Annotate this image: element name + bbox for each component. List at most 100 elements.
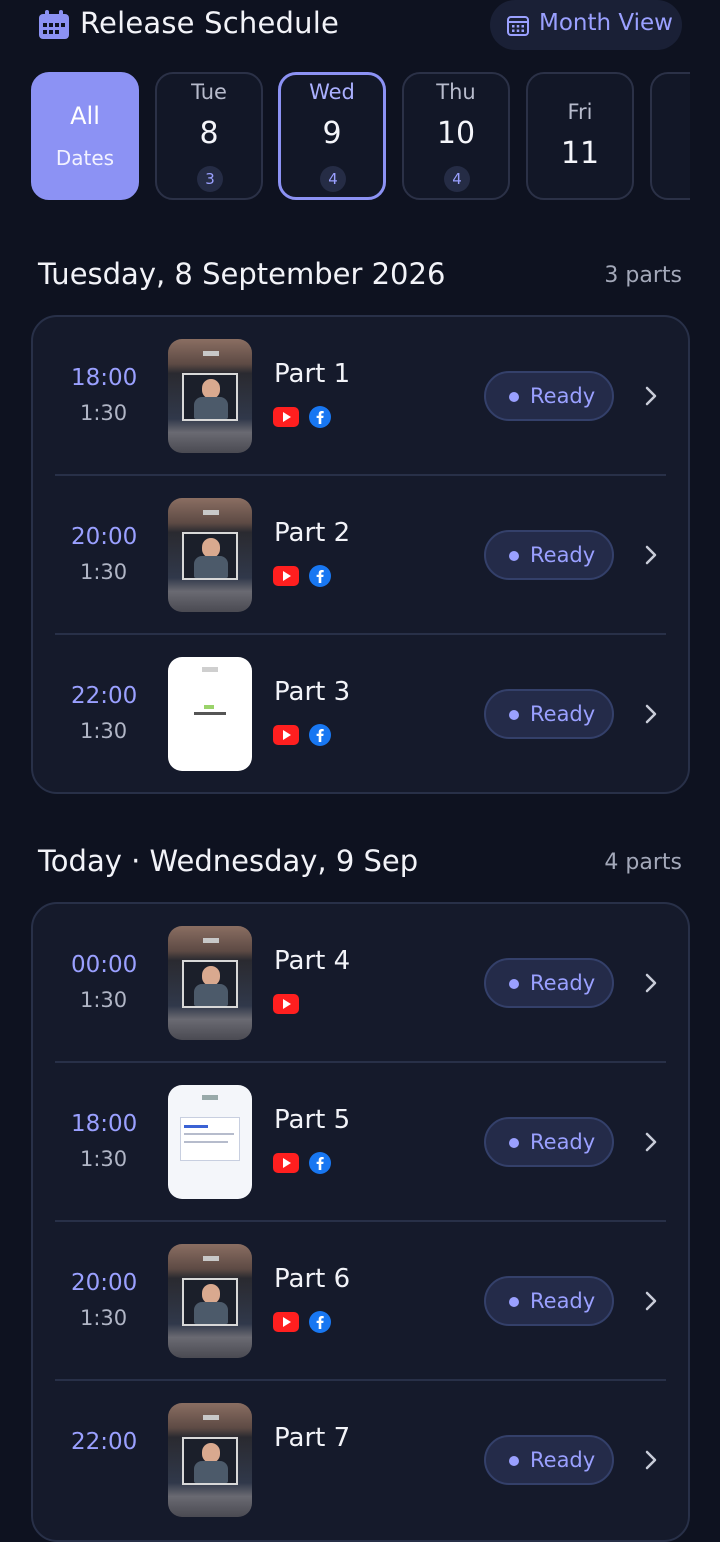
duration: 1:30 xyxy=(80,719,128,743)
part-name: Part 1 xyxy=(274,359,351,389)
facebook-icon xyxy=(309,1311,331,1333)
chevron-right-icon[interactable] xyxy=(641,1289,661,1313)
date-weekday: Tue xyxy=(191,80,227,104)
youtube-icon xyxy=(273,1312,299,1332)
release-time: 22:00 xyxy=(71,683,138,709)
duration: 1:30 xyxy=(80,988,128,1012)
status-dot xyxy=(509,551,519,561)
status-dot xyxy=(509,392,519,402)
date-number: 11 xyxy=(560,136,600,171)
chevron-right-icon[interactable] xyxy=(641,1130,661,1154)
status-label: Ready xyxy=(530,702,596,726)
release-time: 18:00 xyxy=(71,1111,138,1137)
duration: 1:30 xyxy=(80,401,128,425)
schedule-row[interactable]: 22:00 1:30 Part 3 Ready xyxy=(33,635,688,794)
status-badge[interactable]: Ready xyxy=(484,530,614,580)
status-dot xyxy=(509,1456,519,1466)
youtube-icon xyxy=(273,1153,299,1173)
calendar-icon xyxy=(39,10,69,39)
date-number: 10 xyxy=(436,116,476,151)
release-time: 20:00 xyxy=(71,1270,138,1296)
chevron-right-icon[interactable] xyxy=(641,1448,661,1472)
schedule-group: 18:00 1:30 Part 1 Ready 20:00 1:30 Part … xyxy=(31,315,690,794)
duration: 1:30 xyxy=(80,560,128,584)
status-label: Ready xyxy=(530,1130,596,1154)
date-weekday: Fri xyxy=(567,100,593,124)
date-weekday: Wed xyxy=(309,80,355,104)
duration: 1:30 xyxy=(80,1306,128,1330)
section-count: 4 parts xyxy=(604,850,682,875)
status-badge[interactable]: Ready xyxy=(484,958,614,1008)
release-time: 18:00 xyxy=(71,365,138,391)
chevron-right-icon[interactable] xyxy=(641,702,661,726)
part-name: Part 4 xyxy=(274,946,351,976)
date-count-badge: 3 xyxy=(197,166,223,192)
section-count: 3 parts xyxy=(604,263,682,288)
youtube-icon xyxy=(273,725,299,745)
chevron-right-icon[interactable] xyxy=(641,543,661,567)
video-thumbnail xyxy=(168,339,252,453)
calendar-grid-icon xyxy=(507,16,529,36)
date-count-badge: 4 xyxy=(444,166,470,192)
month-view-label: Month View xyxy=(539,10,673,36)
release-time: 22:00 xyxy=(71,1429,138,1455)
status-dot xyxy=(509,710,519,720)
date-wed[interactable]: Wed 9 4 xyxy=(278,72,386,200)
schedule-row[interactable]: 20:00 1:30 Part 2 Ready xyxy=(33,476,688,635)
part-name: Part 5 xyxy=(274,1105,351,1135)
part-name: Part 3 xyxy=(274,677,351,707)
date-tue[interactable]: Tue 8 3 xyxy=(155,72,263,200)
video-thumbnail xyxy=(168,926,252,1040)
date-all-label: All xyxy=(70,102,100,130)
status-badge[interactable]: Ready xyxy=(484,1276,614,1326)
schedule-row[interactable]: 22:00 Part 7 Ready xyxy=(33,1381,688,1540)
schedule-group: 00:00 1:30 Part 4 Ready 18:00 1:30 Part … xyxy=(31,902,690,1542)
app-header: Release Schedule Month View xyxy=(0,0,720,52)
youtube-icon xyxy=(273,994,299,1014)
date-sat-partial[interactable] xyxy=(650,72,690,200)
status-label: Ready xyxy=(530,384,596,408)
status-label: Ready xyxy=(530,543,596,567)
date-count-badge: 4 xyxy=(320,166,346,192)
status-label: Ready xyxy=(530,1289,596,1313)
release-time: 20:00 xyxy=(71,524,138,550)
duration: 1:30 xyxy=(80,1147,128,1171)
status-badge[interactable]: Ready xyxy=(484,371,614,421)
facebook-icon xyxy=(309,724,331,746)
schedule-row[interactable]: 00:00 1:30 Part 4 Ready xyxy=(33,904,688,1063)
status-badge[interactable]: Ready xyxy=(484,1117,614,1167)
part-name: Part 2 xyxy=(274,518,351,548)
section-title: Today · Wednesday, 9 Sep xyxy=(38,844,419,878)
status-dot xyxy=(509,979,519,989)
date-number: 8 xyxy=(199,116,219,151)
facebook-icon xyxy=(309,406,331,428)
status-badge[interactable]: Ready xyxy=(484,689,614,739)
video-thumbnail xyxy=(168,1244,252,1358)
page-title: Release Schedule xyxy=(80,6,339,40)
schedule-row[interactable]: 20:00 1:30 Part 6 Ready xyxy=(33,1222,688,1381)
part-name: Part 6 xyxy=(274,1264,351,1294)
date-weekday: Thu xyxy=(436,80,476,104)
date-thu[interactable]: Thu 10 4 xyxy=(402,72,510,200)
video-thumbnail xyxy=(168,498,252,612)
date-all-sublabel: Dates xyxy=(55,146,115,170)
chevron-right-icon[interactable] xyxy=(641,384,661,408)
release-time: 00:00 xyxy=(71,952,138,978)
status-label: Ready xyxy=(530,1448,596,1472)
part-name: Part 7 xyxy=(274,1423,351,1453)
status-label: Ready xyxy=(530,971,596,995)
month-view-button[interactable]: Month View xyxy=(490,0,682,50)
status-dot xyxy=(509,1138,519,1148)
chevron-right-icon[interactable] xyxy=(641,971,661,995)
date-all[interactable]: All Dates xyxy=(31,72,139,200)
video-thumbnail xyxy=(168,657,252,771)
status-badge[interactable]: Ready xyxy=(484,1435,614,1485)
video-thumbnail xyxy=(168,1085,252,1199)
schedule-row[interactable]: 18:00 1:30 Part 5 Ready xyxy=(33,1063,688,1222)
schedule-row[interactable]: 18:00 1:30 Part 1 Ready xyxy=(33,317,688,476)
youtube-icon xyxy=(273,407,299,427)
facebook-icon xyxy=(309,565,331,587)
facebook-icon xyxy=(309,1152,331,1174)
video-thumbnail xyxy=(168,1403,252,1517)
date-fri[interactable]: Fri 11 xyxy=(526,72,634,200)
